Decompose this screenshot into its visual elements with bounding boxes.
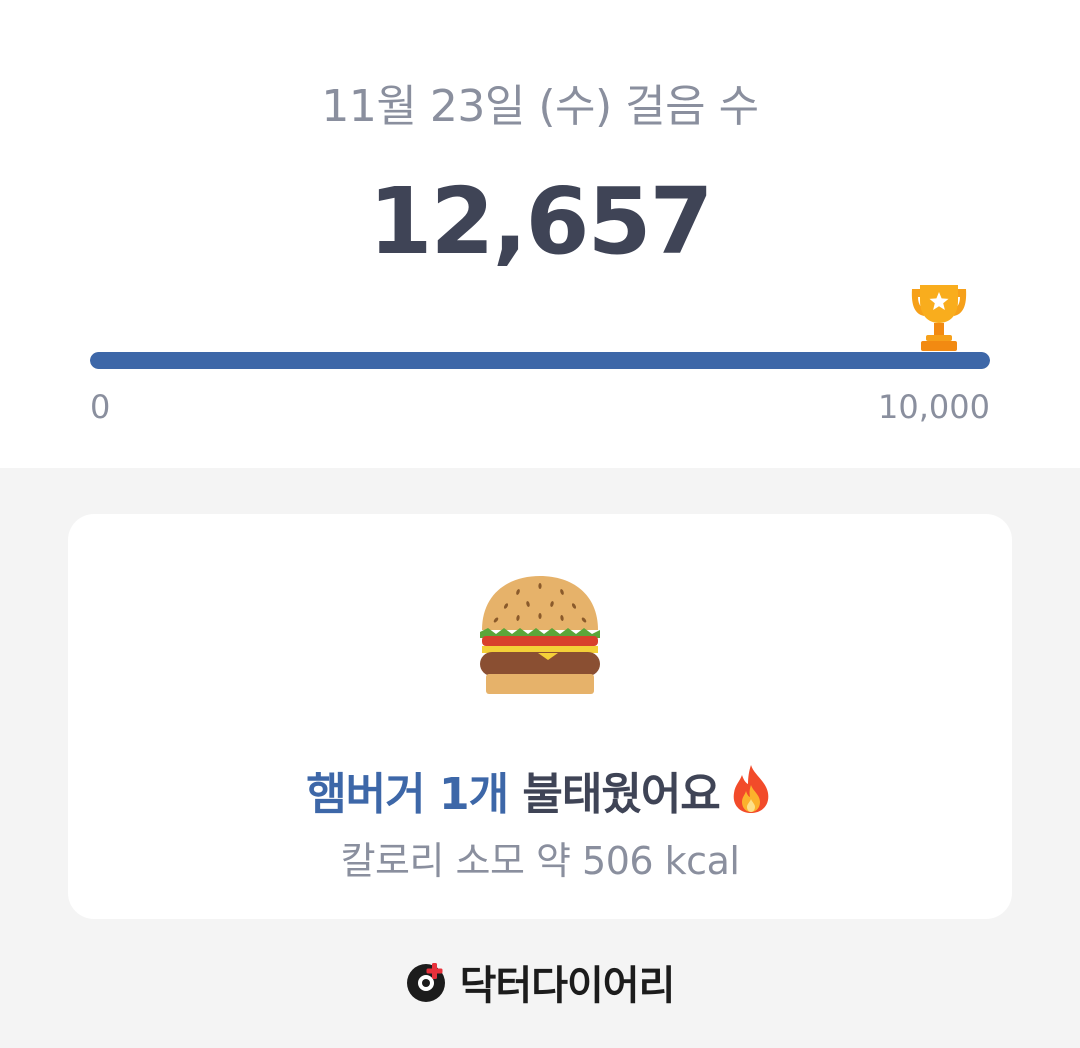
date-title: 11월 23일 (수) 걸음 수 bbox=[321, 81, 759, 132]
trophy-icon bbox=[911, 285, 967, 351]
burn-message-rest: 불태웠어요 bbox=[508, 769, 720, 820]
fire-icon bbox=[733, 765, 769, 813]
burn-food-highlight: 햄버거 1개 bbox=[306, 769, 509, 820]
step-progress-fill bbox=[90, 352, 990, 369]
brand-footer: 닥터다이어리 bbox=[0, 954, 1080, 1010]
burn-message: 햄버거 1개 불태웠어요 bbox=[68, 758, 1012, 822]
step-progress-bar bbox=[90, 352, 990, 369]
hamburger-icon bbox=[480, 576, 600, 694]
doctor-diary-logo-icon bbox=[406, 963, 445, 1002]
calorie-text: 칼로리 소모 약 506 kcal bbox=[340, 839, 740, 883]
calorie-burn-card: 햄버거 1개 불태웠어요 칼로리 소모 약 506 kcal bbox=[68, 514, 1012, 919]
brand-name: 닥터다이어리 bbox=[459, 963, 676, 1009]
step-count: 12,657 bbox=[368, 168, 713, 275]
progress-goal-label: 10,000 bbox=[878, 388, 990, 426]
steps-summary: 11월 23일 (수) 걸음 수 12,657 0 10,000 bbox=[0, 0, 1080, 468]
progress-min-label: 0 bbox=[90, 388, 111, 426]
